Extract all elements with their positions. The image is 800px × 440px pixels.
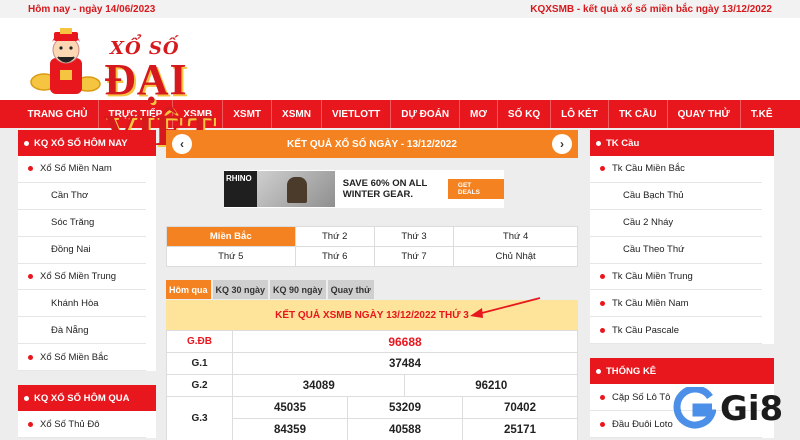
thong-ke-title-text: THỐNG KÊ — [606, 365, 657, 377]
prize-value-g3-2: 53209 — [347, 396, 463, 419]
result-title: KẾT QUẢ XSMB NGÀY 13/12/2022 THỨ 3 — [275, 309, 469, 321]
day-chu-nhat[interactable]: Chủ Nhật — [453, 246, 578, 267]
prize-value-g3-5: 40588 — [347, 418, 463, 440]
god-of-wealth-icon — [30, 28, 101, 94]
ad-text: SAVE 60% ON ALL WINTER GEAR. — [342, 178, 428, 200]
today-results-title: KQ XỔ SỐ HÔM NAY — [18, 130, 156, 156]
prize-label-g1: G.1 — [166, 352, 233, 375]
day-thu-6[interactable]: Thứ 6 — [294, 246, 375, 267]
prize-value-g1: 37484 — [232, 352, 578, 375]
sidebar-item-cau-bach-thu[interactable]: Cầu Bạch Thủ — [590, 183, 762, 210]
sidebar-item-soc-trang[interactable]: Sóc Trăng — [18, 210, 146, 237]
nav-mo[interactable]: MƠ — [460, 100, 498, 128]
table-row: G.ĐB 96688 — [166, 330, 578, 353]
sidebar-item-khanh-hoa[interactable]: Khánh Hòa — [18, 290, 146, 318]
left-sidebar: KQ XỔ SỐ HÔM NAY Xổ Số Miền Nam Cần Thơ … — [18, 130, 156, 440]
red-arrow-annotation — [470, 297, 541, 318]
day-thu-2[interactable]: Thứ 2 — [294, 226, 375, 247]
tab-kq-90-ngay[interactable]: KQ 90 ngày — [270, 280, 326, 299]
chevron-right-icon: › — [559, 137, 564, 151]
prize-value-g3-4: 84359 — [232, 418, 348, 440]
sidebar-item-tk-cau-mien-nam[interactable]: Tk Cầu Miền Nam — [590, 290, 762, 318]
result-tabs: Hôm qua KQ 30 ngày KQ 90 ngày Quay thử — [166, 280, 374, 299]
sidebar-item-tk-cau-mien-bac[interactable]: Tk Cầu Miền Bắc — [590, 156, 762, 183]
chevron-left-icon: ‹ — [180, 137, 184, 151]
nav-lo-ket[interactable]: LÔ KÉT — [551, 100, 609, 128]
table-row: G.1 37484 — [166, 352, 578, 375]
next-day-button[interactable]: › — [551, 134, 572, 154]
prize-value-g2-2: 96210 — [404, 374, 578, 397]
today-results-box: KQ XỔ SỐ HÔM NAY Xổ Số Miền Nam Cần Thơ … — [18, 130, 156, 372]
top-headline-link[interactable]: KQXSMB - kết quả xổ số miền bắc ngày 13/… — [530, 4, 772, 15]
sidebar-item-cau-2-nhay[interactable]: Cầu 2 Nháy — [590, 210, 762, 237]
sidebar-item-xs-mien-nam[interactable]: Xổ Số Miền Nam — [18, 156, 146, 183]
nav-vietlott[interactable]: VIETLOTT — [322, 100, 392, 128]
tk-cau-title: TK Cầu — [590, 130, 774, 156]
today-date: Hôm nay - ngày 14/06/2023 — [28, 3, 156, 15]
nav-so-kq[interactable]: SỐ KQ — [498, 100, 552, 128]
ad-brand-logo: RHINO — [224, 171, 258, 207]
top-bar: Hôm nay - ngày 14/06/2023 KQXSMB - kết q… — [0, 0, 800, 18]
tab-quay-thu[interactable]: Quay thử — [327, 280, 374, 299]
date-title: KẾT QUẢ XỔ SỐ NGÀY - 13/12/2022 — [287, 138, 457, 150]
tab-hom-qua[interactable]: Hôm qua — [166, 280, 211, 299]
site-logo[interactable]: XỔ SỐ ĐẠI VIỆT — [30, 24, 270, 155]
day-mien-bac[interactable]: Miền Bắc — [166, 226, 296, 247]
results-table: G.ĐB 96688 G.1 37484 G.2 34089 96210 G.3… — [166, 330, 579, 440]
advertisement-banner[interactable]: RHINO SAVE 60% ON ALL WINTER GEAR. GET D… — [224, 170, 505, 208]
today-results-title-text: KQ XỔ SỐ HÔM NAY — [34, 137, 128, 149]
tk-cau-title-text: TK Cầu — [606, 137, 640, 149]
sidebar-item-xs-thu-do[interactable]: Xổ Số Thủ Đô — [18, 411, 146, 439]
prize-value-g3-3: 70402 — [461, 396, 579, 419]
day-thu-3[interactable]: Thứ 3 — [373, 226, 455, 247]
prev-day-button[interactable]: ‹ — [172, 134, 192, 154]
prize-value-g3-6: 25171 — [461, 418, 579, 440]
prize-value-g3-1: 45035 — [232, 396, 348, 419]
sidebar-item-xs-mien-trung[interactable]: Xổ Số Miền Trung — [18, 264, 146, 291]
nav-tk-cau[interactable]: TK CẦU — [609, 100, 668, 128]
g-logo-icon — [673, 387, 716, 429]
sidebar-item-dong-nai[interactable]: Đồng Nai — [18, 237, 146, 264]
yesterday-results-box: KQ XỔ SỐ HÔM QUA Xổ Số Thủ Đô — [18, 385, 156, 439]
day-thu-5[interactable]: Thứ 5 — [166, 246, 296, 267]
thong-ke-title: THỐNG KÊ — [590, 358, 774, 385]
watermark-text: Gi8 — [720, 389, 784, 429]
table-row: G.3 45035 53209 70402 — [166, 396, 579, 440]
prize-value-gdb: 96688 — [232, 330, 578, 353]
prize-label-g3: G.3 — [166, 396, 233, 440]
day-selector: Miền Bắc Thứ 2 Thứ 3 Thứ 4 Thứ 5 Thứ 6 T… — [166, 226, 578, 267]
watermark-logo: Gi8 — [672, 387, 783, 431]
day-thu-7[interactable]: Thứ 7 — [373, 246, 455, 267]
nav-quay-thu[interactable]: QUAY THỬ — [668, 100, 741, 128]
ad-photo — [257, 171, 335, 207]
ad-deals-button[interactable]: GET DEALS — [447, 179, 505, 199]
nav-thong-ke[interactable]: T.KÊ — [741, 100, 783, 128]
nav-trang-chu[interactable]: TRANG CHỦ — [18, 100, 99, 128]
page-content: KQ XỔ SỐ HÔM NAY Xổ Số Miền Nam Cần Thơ … — [0, 128, 800, 440]
prize-value-g2-1: 34089 — [231, 374, 406, 397]
sidebar-item-xs-mien-bac[interactable]: Xổ Số Miền Bắc — [18, 344, 146, 372]
yesterday-results-title-text: KQ XỔ SỐ HÔM QUA — [34, 392, 130, 404]
sidebar-item-da-nang[interactable]: Đà Nẵng — [18, 317, 146, 345]
prize-label-g2: G.2 — [166, 374, 233, 397]
site-header: XỔ SỐ ĐẠI VIỆT — [0, 18, 800, 155]
sidebar-item-tk-cau-pascale[interactable]: Tk Cầu Pascale — [590, 317, 762, 345]
sidebar-item-can-tho[interactable]: Cần Thơ — [18, 183, 146, 210]
yesterday-results-title: KQ XỔ SỐ HÔM QUA — [18, 385, 156, 412]
nav-xsmn[interactable]: XSMN — [272, 100, 322, 128]
prize-label-gdb: G.ĐB — [166, 330, 233, 353]
main-column: ‹ KẾT QUẢ XỔ SỐ NGÀY - 13/12/2022 › RHIN… — [166, 130, 579, 440]
tk-cau-box: TK Cầu Tk Cầu Miền Bắc Cầu Bạch Thủ Cầu … — [590, 130, 774, 345]
day-thu-4[interactable]: Thứ 4 — [453, 226, 578, 247]
date-navigation-bar: ‹ KẾT QUẢ XỔ SỐ NGÀY - 13/12/2022 › — [166, 130, 578, 158]
sidebar-item-tk-cau-mien-trung[interactable]: Tk Cầu Miền Trung — [590, 264, 762, 291]
nav-du-doan[interactable]: DỰ ĐOÁN — [391, 100, 461, 128]
tab-kq-30-ngay[interactable]: KQ 30 ngày — [212, 280, 269, 299]
sidebar-item-cau-theo-thu[interactable]: Cầu Theo Thứ — [590, 237, 762, 264]
table-row: G.2 34089 96210 — [166, 374, 578, 397]
